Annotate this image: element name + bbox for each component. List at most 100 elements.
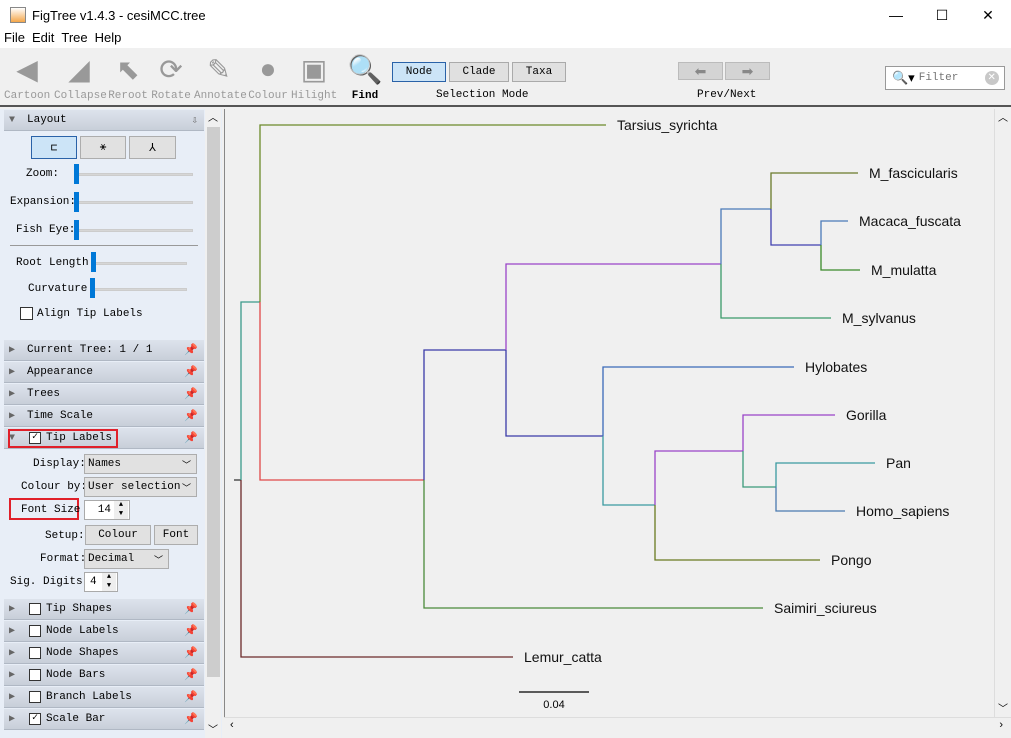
section-checkbox[interactable] [29,691,41,703]
tip-branch[interactable] [423,480,763,609]
section-checkbox[interactable]: ✓ [29,713,41,725]
section-branch-labels[interactable]: ▶ Branch Labels 📌 [4,687,204,708]
zoom-slider-thumb[interactable] [74,164,79,184]
format-dropdown[interactable]: Decimal ﹀ [84,549,169,569]
tip-branch[interactable] [775,487,845,512]
section-checkbox[interactable] [29,647,41,659]
close-button[interactable]: ✕ [965,0,1011,30]
internal-branch[interactable] [720,208,771,264]
scroll-right-icon[interactable]: › [999,719,1003,731]
layout-rectangular-button[interactable]: ⊏ [31,136,77,159]
section-node-bars[interactable]: ▶ Node Bars 📌 [4,665,204,686]
tip-branch[interactable] [259,124,606,302]
tip-branch[interactable] [820,245,860,271]
root-length-slider-thumb[interactable] [91,252,96,272]
selection-mode-clade[interactable]: Clade [449,62,509,82]
tip-branch[interactable] [654,505,820,561]
scroll-left-icon[interactable]: ‹ [230,719,234,731]
selection-mode-node[interactable]: Node [392,62,446,82]
tip-label[interactable]: Homo_sapiens [856,503,949,519]
internal-branch[interactable] [259,302,424,481]
pin-icon[interactable]: 📌 [184,668,198,682]
tip-label[interactable]: M_mulatta [871,262,937,278]
internal-branch[interactable] [505,263,721,350]
clear-filter-icon[interactable]: ✕ [984,71,999,85]
colour-button[interactable]: ● Colour [248,52,288,102]
fish-eye-slider-thumb[interactable] [74,220,79,240]
pin-icon[interactable]: 📌 [184,431,198,445]
section-node-labels[interactable]: ▶ Node Labels 📌 [4,621,204,642]
sig-digits-spinner[interactable]: 4 ▲ ▼ [84,572,118,592]
internal-branch[interactable] [602,436,655,506]
pin-icon[interactable]: 📌 [184,365,198,379]
tip-branch[interactable] [770,172,858,209]
pin-icon[interactable]: 📌 [184,343,198,357]
display-dropdown[interactable]: Names ﹀ [84,454,197,474]
internal-branch[interactable] [770,209,821,246]
menu-edit[interactable]: Edit [28,30,57,48]
colour-by-dropdown[interactable]: User selection ﹀ [84,477,197,497]
tip-label[interactable]: M_fascicularis [869,165,958,181]
filter-input[interactable] [918,72,981,84]
spinner-arrows-icon[interactable]: ▲ ▼ [102,573,116,591]
internal-branch[interactable] [505,350,603,437]
search-dropdown-icon[interactable]: 🔍▾ [892,70,915,86]
section-node-shapes[interactable]: ▶ Node Shapes 📌 [4,643,204,664]
pin-icon[interactable]: 📌 [184,387,198,401]
tip-branch[interactable] [240,480,513,658]
tip-label[interactable]: Pongo [831,552,872,568]
tip-label[interactable]: Gorilla [846,407,887,423]
spinner-arrows-icon[interactable]: ▲ ▼ [114,501,128,519]
menu-help[interactable]: Help [91,30,125,48]
expansion-slider-thumb[interactable] [74,192,79,212]
tip-label[interactable]: Tarsius_syrichta [617,117,718,133]
layout-header[interactable]: ▼ Layout ⇩ [4,110,204,131]
pin-icon[interactable]: ⇩ [191,113,198,127]
filter-field[interactable]: 🔍▾ ✕ [885,66,1005,90]
menu-file[interactable]: File [0,30,28,48]
zoom-slider[interactable] [76,173,193,176]
maximize-button[interactable]: ☐ [919,0,965,30]
font-setup-button[interactable]: Font [154,525,198,545]
fish-eye-slider[interactable] [76,229,193,232]
section-checkbox[interactable] [29,625,41,637]
curvature-slider-thumb[interactable] [90,278,95,298]
internal-branch[interactable] [654,450,743,505]
tip-label[interactable]: Saimiri_sciureus [774,600,877,616]
section-time-scale[interactable]: ▶ Time Scale 📌 [4,406,204,427]
section-tip-shapes[interactable]: ▶ Tip Shapes 📌 [4,599,204,620]
annotate-button[interactable]: ✎ Annotate [194,52,247,103]
tip-branch[interactable] [775,462,875,487]
pin-icon[interactable]: 📌 [184,624,198,638]
tree-vertical-scrollbar[interactable]: ︿ ﹀ [994,109,1011,717]
pin-icon[interactable]: 📌 [184,646,198,660]
minimize-button[interactable]: — [873,0,919,30]
tree-canvas[interactable]: Tarsius_syrichta M_fascicularis Macaca_fus… [224,109,994,717]
next-button[interactable]: ➡ [725,62,770,80]
section-scale-bar[interactable]: ▶ ✓ Scale Bar 📌 [4,709,204,730]
cartoon-button[interactable]: ◀ Cartoon [4,52,50,103]
pin-icon[interactable]: 📌 [184,602,198,616]
panel-scrollbar-thumb[interactable] [207,127,220,677]
layout-radial-button[interactable]: ⅄ [129,136,176,159]
hilight-button[interactable]: ▣ Hilight [291,52,337,103]
tree-view[interactable]: Tarsius_syrichta M_fascicularis Macaca_fus… [225,109,995,717]
tip-label[interactable]: Pan [886,455,911,471]
menu-tree[interactable]: Tree [57,30,90,48]
panel-scrollbar[interactable]: ︿ ﹀ [205,109,221,738]
collapse-button[interactable]: ◢ Collapse [54,52,107,103]
scroll-up-icon[interactable]: ︿ [995,109,1011,124]
align-tip-labels-checkbox[interactable] [20,307,33,320]
expansion-slider[interactable] [76,201,193,204]
scroll-down-icon[interactable]: ﹀ [205,721,221,736]
selection-mode-taxa[interactable]: Taxa [512,62,566,82]
section-appearance[interactable]: ▶ Appearance 📌 [4,362,204,383]
tip-branch[interactable] [602,366,794,436]
colour-setup-button[interactable]: Colour [85,525,151,545]
section-checkbox[interactable] [29,603,41,615]
tip-label[interactable]: Lemur_catta [524,649,602,665]
pin-icon[interactable]: 📌 [184,712,198,726]
find-button[interactable]: 🔍 Find [346,52,384,103]
pin-icon[interactable]: 📌 [184,690,198,704]
tree-horizontal-scrollbar[interactable]: ‹ › [224,717,1011,735]
